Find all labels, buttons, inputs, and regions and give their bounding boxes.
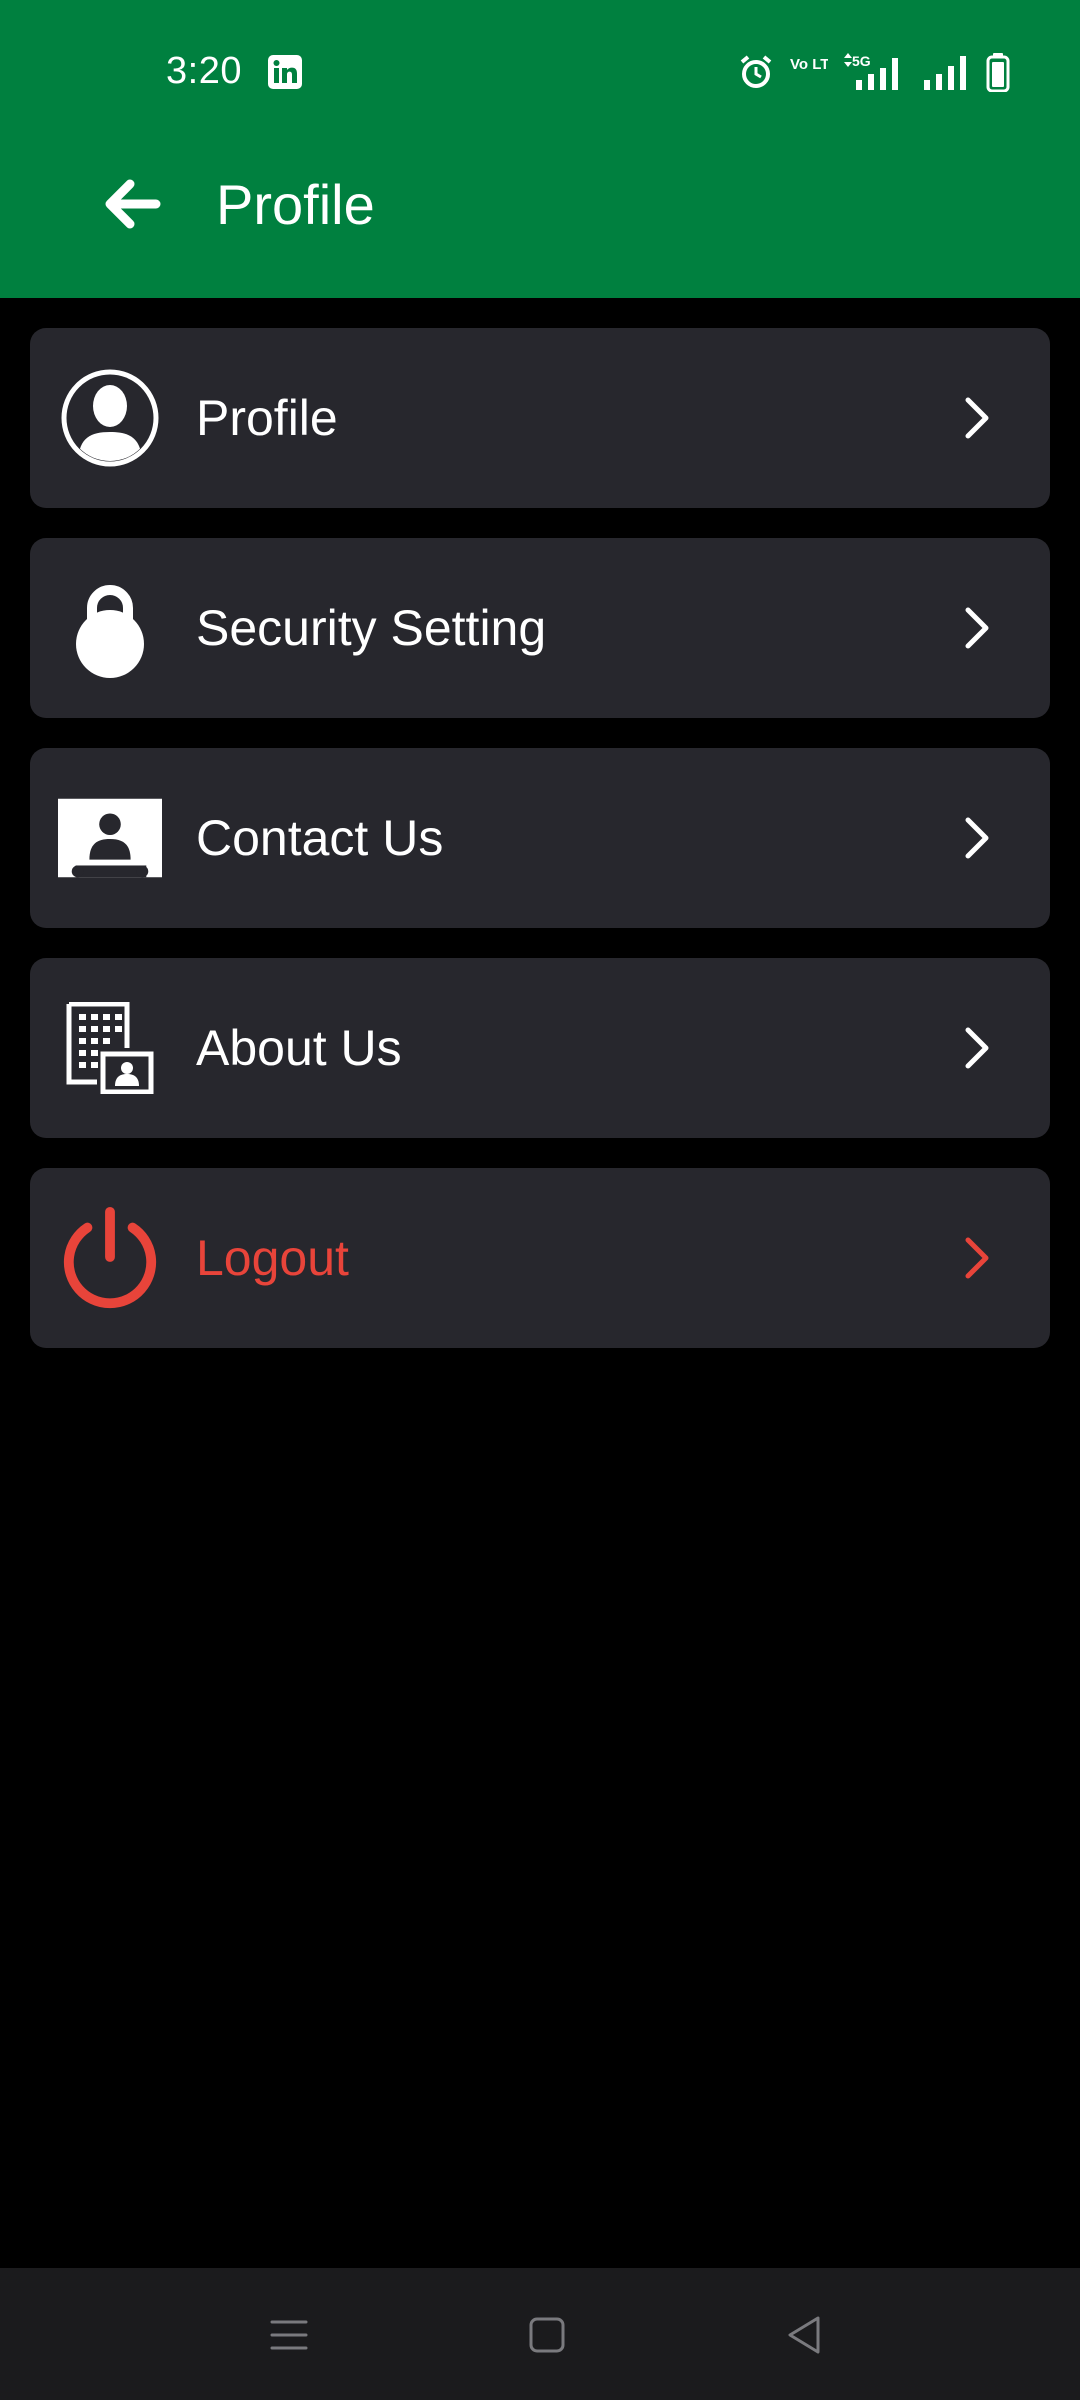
status-icons: Vo LTED 5G (738, 50, 1010, 94)
chevron-right-icon (965, 1027, 989, 1069)
volte-icon: Vo LTED (790, 56, 828, 73)
arrow-left-icon (105, 179, 161, 229)
status-time: 3:20 (166, 50, 242, 92)
power-icon (58, 1206, 162, 1310)
menu-icon[interactable] (264, 2310, 314, 2360)
menu-item-label: Contact Us (196, 810, 444, 866)
app-header: 3:20 Vo LTED 5G (0, 0, 1080, 298)
linkedin-icon (268, 55, 302, 89)
5g-signal-icon: 5G (844, 53, 898, 90)
home-square-icon[interactable] (522, 2310, 572, 2360)
system-nav-bar (0, 2268, 1080, 2400)
person-circle-icon (58, 366, 162, 470)
menu-item-profile[interactable]: Profile (30, 328, 1050, 508)
profile-menu: Profile Security Setting Contact Us Abou… (30, 328, 1050, 1378)
network-type-text: 5G (852, 53, 871, 69)
chevron-right-icon (965, 607, 989, 649)
page-title: Profile (216, 173, 375, 236)
back-button[interactable] (92, 164, 172, 244)
lock-icon (58, 576, 162, 680)
signal-icon (924, 56, 966, 90)
menu-item-label: Profile (196, 390, 338, 446)
menu-item-logout[interactable]: Logout (30, 1168, 1050, 1348)
volte-top-text: Vo LTED (790, 56, 828, 73)
contact-card-icon (58, 786, 162, 890)
chevron-right-icon (965, 1237, 989, 1279)
menu-item-contact-us[interactable]: Contact Us (30, 748, 1050, 928)
alarm-icon (740, 55, 772, 88)
building-info-icon (58, 996, 162, 1100)
menu-item-security-setting[interactable]: Security Setting (30, 538, 1050, 718)
menu-item-label: Security Setting (196, 600, 547, 656)
profile-screen: 3:20 Vo LTED 5G (0, 0, 1080, 2400)
chevron-right-icon (965, 817, 989, 859)
menu-item-about-us[interactable]: About Us (30, 958, 1050, 1138)
menu-item-label: About Us (196, 1020, 402, 1076)
back-triangle-icon[interactable] (780, 2310, 830, 2360)
chevron-right-icon (965, 397, 989, 439)
menu-item-label: Logout (196, 1230, 349, 1286)
battery-icon (986, 53, 1010, 92)
